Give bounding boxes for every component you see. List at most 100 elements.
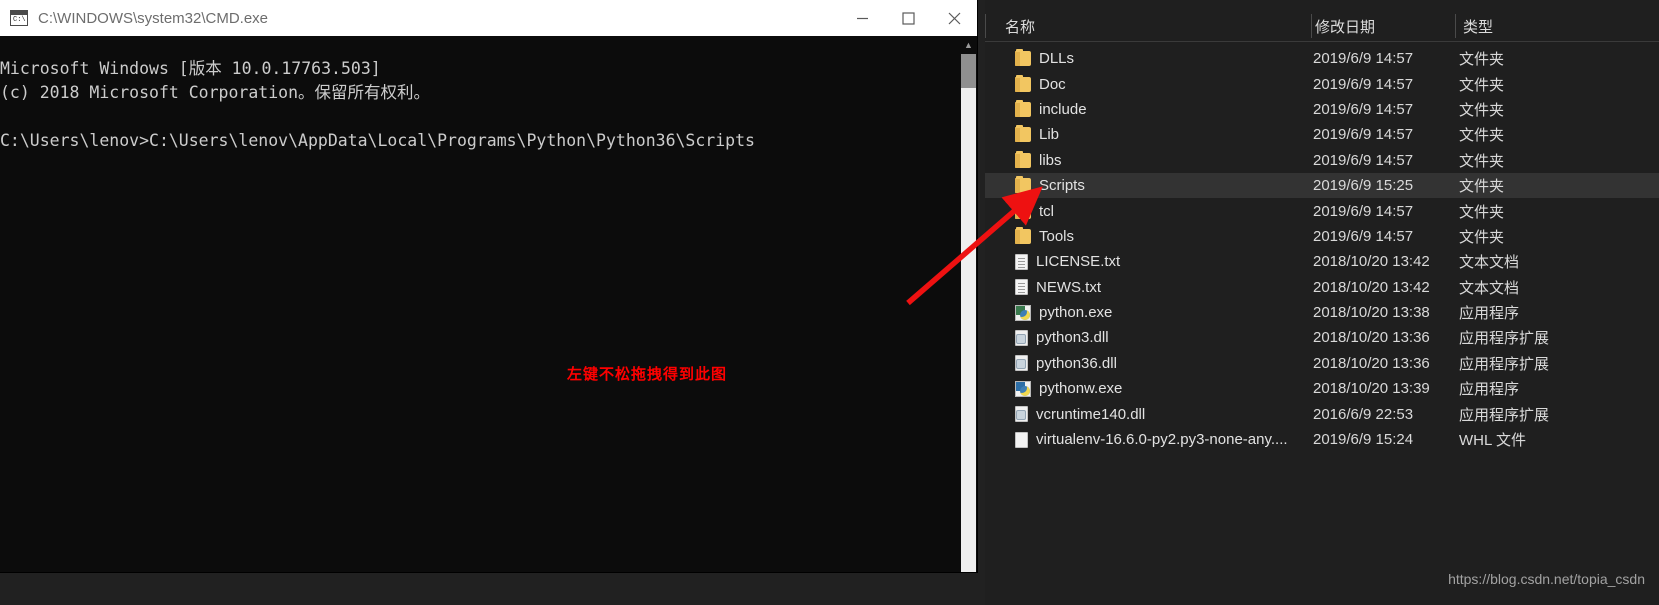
cmd-console-body[interactable]: Microsoft Windows [版本 10.0.17763.503] (c… <box>0 36 977 572</box>
file-name-cell: DLLs <box>1015 49 1075 68</box>
file-type-cell: 应用程序 <box>1459 305 1520 323</box>
file-name-cell: Scripts <box>1015 176 1085 195</box>
window-controls <box>839 0 977 36</box>
dll-file-icon <box>1015 355 1028 372</box>
cmd-app-icon: C:\ <box>10 10 28 26</box>
dll-file-icon <box>1015 406 1028 423</box>
file-type-cell: 文本文档 <box>1459 279 1520 297</box>
file-date-cell: 2019/6/9 14:57 <box>1313 227 1414 245</box>
file-name-label: Scripts <box>1039 177 1085 195</box>
file-type-cell: 应用程序 <box>1459 381 1520 399</box>
file-type-cell: 文件夹 <box>1459 228 1505 246</box>
file-name-label: vcruntime140.dll <box>1036 405 1146 423</box>
column-header-date-modified[interactable]: 修改日期 <box>1315 16 1375 37</box>
file-type-cell: 应用程序扩展 <box>1459 406 1550 424</box>
scrollbar-track[interactable] <box>961 88 976 572</box>
file-row[interactable]: python.exe 2018/10/20 13:38 应用程序 <box>985 300 1659 325</box>
file-row[interactable]: Lib 2019/6/9 14:57 文件夹 <box>985 122 1659 147</box>
file-name-label: Doc <box>1039 75 1066 93</box>
file-row[interactable]: python36.dll 2018/10/20 13:36 应用程序扩展 <box>985 351 1659 376</box>
file-date-cell: 2018/10/20 13:36 <box>1313 329 1430 347</box>
folder-icon <box>1015 125 1031 143</box>
column-header-name[interactable]: 名称 <box>1005 16 1035 37</box>
file-name-cell: python3.dll <box>1015 329 1109 346</box>
dll-file-icon <box>1015 329 1028 346</box>
file-name-cell: python.exe <box>1015 304 1112 321</box>
file-row[interactable]: DLLs 2019/6/9 14:57 文件夹 <box>985 46 1659 71</box>
cmd-scrollbar[interactable]: ▲ <box>960 36 977 572</box>
file-name-label: DLLs <box>1039 50 1075 68</box>
file-date-cell: 2019/6/9 14:57 <box>1313 50 1414 68</box>
scrollbar-thumb[interactable] <box>961 54 976 88</box>
file-date-cell: 2018/10/20 13:36 <box>1313 354 1430 372</box>
file-name-label: tcl <box>1039 202 1054 220</box>
file-name-cell: virtualenv-16.6.0-py2.py3-none-any.... <box>1015 431 1288 448</box>
minimize-button[interactable] <box>839 0 885 36</box>
file-name-label: python36.dll <box>1036 354 1117 372</box>
minimize-icon <box>856 17 868 19</box>
file-type-cell: 应用程序扩展 <box>1459 355 1550 373</box>
file-date-cell: 2019/6/9 14:57 <box>1313 202 1414 220</box>
whl-file-icon <box>1015 431 1028 448</box>
file-explorer-window: ⌃ 名称 修改日期 类型 DLLs 2019/6/9 14:57 文件夹 Doc 201… <box>985 0 1659 605</box>
file-name-cell: Doc <box>1015 74 1066 93</box>
file-row[interactable]: virtualenv-16.6.0-py2.py3-none-any.... 20… <box>985 427 1659 452</box>
file-row[interactable]: LICENSE.txt 2018/10/20 13:42 文本文档 <box>985 249 1659 274</box>
file-name-cell: pythonw.exe <box>1015 380 1122 397</box>
file-name-label: NEWS.txt <box>1036 278 1102 296</box>
cmd-titlebar[interactable]: C:\ C:\WINDOWS\system32\CMD.exe <box>0 0 977 36</box>
file-date-cell: 2018/10/20 13:42 <box>1313 278 1430 296</box>
file-name-label: virtualenv-16.6.0-py2.py3-none-any.... <box>1036 431 1288 449</box>
file-name-label: include <box>1039 100 1087 118</box>
file-name-cell: tcl <box>1015 201 1054 220</box>
file-date-cell: 2019/6/9 15:25 <box>1313 177 1414 195</box>
file-type-cell: 文件夹 <box>1459 101 1505 119</box>
file-row[interactable]: Tools 2019/6/9 14:57 文件夹 <box>985 224 1659 249</box>
column-divider-name-date <box>1311 14 1312 38</box>
file-list: DLLs 2019/6/9 14:57 文件夹 Doc 2019/6/9 14:57 文件… <box>985 46 1659 452</box>
folder-icon <box>1015 49 1031 67</box>
file-name-cell: vcruntime140.dll <box>1015 406 1145 423</box>
close-button[interactable] <box>931 0 977 36</box>
file-name-label: Lib <box>1039 126 1060 144</box>
file-name-label: Tools <box>1039 227 1075 245</box>
file-row[interactable]: python3.dll 2018/10/20 13:36 应用程序扩展 <box>985 325 1659 350</box>
file-name-cell: libs <box>1015 150 1062 169</box>
maximize-icon <box>901 11 915 25</box>
file-date-cell: 2018/10/20 13:38 <box>1313 304 1430 322</box>
file-row[interactable]: vcruntime140.dll 2016/6/9 22:53 应用程序扩展 <box>985 401 1659 426</box>
file-row[interactable]: tcl 2019/6/9 14:57 文件夹 <box>985 198 1659 223</box>
watermark-text: https://blog.csdn.net/topia_csdn <box>1448 571 1645 587</box>
file-type-cell: WHL 文件 <box>1459 432 1526 450</box>
file-row[interactable]: libs 2019/6/9 14:57 文件夹 <box>985 148 1659 173</box>
close-icon <box>948 12 960 24</box>
file-type-cell: 文件夹 <box>1459 76 1505 94</box>
drag-hint-annotation: 左键不松拖拽得到此图 <box>567 366 728 383</box>
folder-icon <box>1015 150 1031 168</box>
file-name-cell: Tools <box>1015 226 1075 245</box>
file-row[interactable]: include 2019/6/9 14:57 文件夹 <box>985 97 1659 122</box>
cmd-console-text: Microsoft Windows [版本 10.0.17763.503] (c… <box>0 58 755 150</box>
maximize-button[interactable] <box>885 0 931 36</box>
screen-root: ⌃ 名称 修改日期 类型 DLLs 2019/6/9 14:57 文件夹 Doc 201… <box>0 0 1659 605</box>
file-row[interactable]: Scripts 2019/6/9 15:25 文件夹 <box>985 172 1659 199</box>
file-row[interactable]: pythonw.exe 2018/10/20 13:39 应用程序 <box>985 376 1659 401</box>
file-row[interactable]: Doc 2019/6/9 14:57 文件夹 <box>985 71 1659 96</box>
file-name-label: pythonw.exe <box>1039 380 1123 398</box>
file-type-cell: 文件夹 <box>1459 127 1505 145</box>
file-date-cell: 2019/6/9 14:57 <box>1313 75 1414 93</box>
scroll-up-icon[interactable]: ▲ <box>960 36 977 53</box>
file-name-label: libs <box>1039 151 1062 169</box>
cmd-icon-glyph: C:\ <box>13 16 26 24</box>
file-type-cell: 应用程序扩展 <box>1459 330 1550 348</box>
file-date-cell: 2018/10/20 13:39 <box>1313 380 1430 398</box>
file-type-cell: 文本文档 <box>1459 254 1520 272</box>
file-type-cell: 文件夹 <box>1459 51 1505 69</box>
file-type-cell: 文件夹 <box>1459 152 1505 170</box>
file-row[interactable]: NEWS.txt 2018/10/20 13:42 文本文档 <box>985 275 1659 300</box>
folder-icon <box>1015 201 1031 219</box>
column-header-type[interactable]: 类型 <box>1463 16 1493 37</box>
file-name-label: python.exe <box>1039 304 1113 322</box>
folder-icon <box>1015 226 1031 244</box>
cmd-window-title: C:\WINDOWS\system32\CMD.exe <box>38 9 269 27</box>
